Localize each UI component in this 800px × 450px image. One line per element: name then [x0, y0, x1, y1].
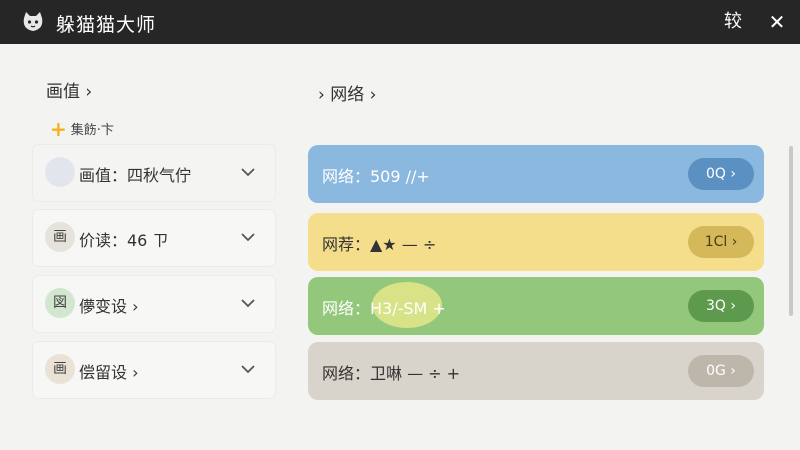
add-filter-button[interactable]: + 集飭·卞 [50, 116, 114, 141]
window-title: 躲猫猫大师 [56, 14, 157, 36]
left-item-icon [45, 157, 75, 187]
content-area: 画值 › + 集飭·卞 画值：四秋气佇 画 价读：46 ㄗ 図 儚变设 › 画 … [0, 44, 800, 450]
left-item-3[interactable]: 図 儚变设 › [33, 276, 275, 332]
right-panel-heading[interactable]: › 网络 › [318, 80, 376, 105]
left-item-2[interactable]: 画 价读：46 ㄗ [33, 210, 275, 266]
left-item-icon: 画 [45, 354, 75, 384]
network-row-4[interactable]: 网络：卫啉 — ÷ + 0G › [308, 342, 764, 400]
network-row-button[interactable]: 3Q › [688, 290, 754, 322]
add-filter-label: 集飭·卞 [70, 123, 114, 138]
left-item-1[interactable]: 画值：四秋气佇 [33, 145, 275, 201]
network-row-button[interactable]: 0Q › [688, 158, 754, 190]
network-row-button[interactable]: 0G › [688, 355, 754, 387]
network-row-label: 网络：H3/-SM + [322, 299, 446, 318]
network-row-1[interactable]: 网络：509 //+ 0Q › [308, 145, 764, 203]
chevron-down-icon[interactable] [239, 228, 257, 246]
left-item-label: 价读：46 ㄗ [79, 231, 169, 250]
chevron-down-icon[interactable] [239, 163, 257, 181]
chevron-down-icon[interactable] [239, 294, 257, 312]
left-item-icon: 図 [45, 288, 75, 318]
network-row-label: 网络：卫啉 — ÷ + [322, 364, 461, 383]
network-row-label: 网络：509 //+ [322, 167, 430, 186]
scrollbar[interactable] [789, 146, 793, 316]
title-bar: 躲猫猫大师 较 ✕ [0, 0, 800, 44]
left-panel-heading[interactable]: 画值 › [46, 77, 92, 102]
plus-icon: + [50, 116, 67, 141]
title-extra-button[interactable]: 较 [716, 8, 750, 36]
left-item-label: 偿留设 › [79, 363, 139, 382]
close-button[interactable]: ✕ [762, 8, 792, 36]
left-item-icon: 画 [45, 222, 75, 252]
left-item-label: 儚变设 › [79, 297, 139, 316]
network-row-label: 网荐：▲★ — ÷ [322, 235, 437, 254]
left-item-label: 画值：四秋气佇 [79, 166, 192, 185]
network-row-2[interactable]: 网荐：▲★ — ÷ 1Cl › [308, 213, 764, 271]
network-row-3[interactable]: 网络：H3/-SM + 3Q › [308, 277, 764, 335]
network-row-button[interactable]: 1Cl › [688, 226, 754, 258]
chevron-down-icon[interactable] [239, 360, 257, 378]
left-item-4[interactable]: 画 偿留设 › [33, 342, 275, 398]
cat-face-icon [23, 12, 43, 31]
